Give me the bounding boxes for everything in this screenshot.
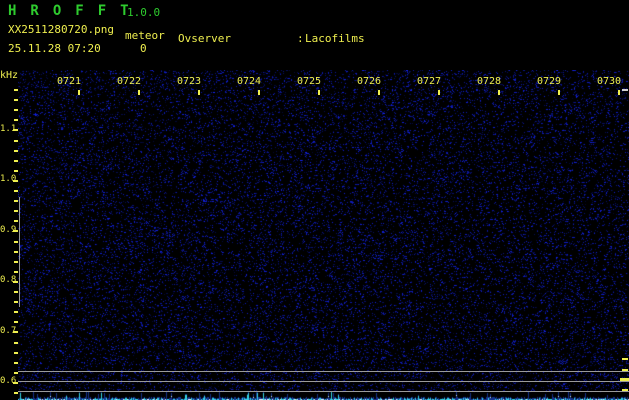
count-window-marker <box>19 197 20 307</box>
info-label: Ovserver <box>178 32 231 45</box>
x-tick-label: 0730 <box>597 76 622 87</box>
x-tick-label: 0726 <box>357 76 382 87</box>
x-tick-label: 0725 <box>297 76 322 87</box>
x-tick-mark <box>498 90 500 95</box>
x-tick-label: 0724 <box>237 76 262 87</box>
level-gridline <box>18 391 629 392</box>
y-tick-major <box>13 230 18 233</box>
y-tick-minor <box>14 260 18 263</box>
y-tick-minor <box>14 392 18 394</box>
y-tick-minor <box>14 361 18 364</box>
x-tick-mark <box>558 90 560 95</box>
y-tick-major <box>13 381 18 384</box>
y-tick-minor <box>14 99 18 102</box>
y-tick-label: 1.1 <box>0 123 17 134</box>
y-tick-major <box>13 179 18 182</box>
x-tick-mark <box>318 90 320 95</box>
x-tick-mark <box>378 90 380 95</box>
level-gridline <box>18 381 629 382</box>
y-tick-minor <box>14 311 18 314</box>
y-tick-label: 1.0 <box>0 174 17 184</box>
y-tick-minor <box>14 139 18 142</box>
datetime-label: 25.11.28 07:20 <box>8 42 101 55</box>
y-tick-minor <box>14 291 18 293</box>
x-tick-label: 0727 <box>417 76 442 87</box>
x-tick-label: 0729 <box>537 76 562 87</box>
y-tick-major <box>13 331 18 334</box>
meteor-count: 0 <box>140 42 147 55</box>
x-tick-mark <box>78 90 80 95</box>
spectrogram-canvas <box>18 70 629 400</box>
y-tick-minor <box>14 89 18 91</box>
y-tick-minor <box>14 240 18 243</box>
y-axis-unit: kHz <box>0 70 19 81</box>
x-tick-mark <box>618 90 620 95</box>
x-tick-mark <box>258 90 260 95</box>
y-tick-minor <box>14 200 18 203</box>
y-tick-label: 0.9 <box>0 224 17 235</box>
output-filename: XX2511280720.png <box>8 23 114 36</box>
y-tick-major <box>13 280 18 283</box>
y-tick-minor <box>14 210 18 213</box>
y-tick-minor <box>14 341 18 344</box>
y-tick-minor <box>14 159 18 162</box>
y-tick-minor <box>14 301 18 304</box>
app-title: HROFFT <box>8 3 143 19</box>
y-tick-minor <box>14 321 18 324</box>
x-tick-label: 0728 <box>477 76 502 87</box>
level-tick-major <box>620 378 629 381</box>
hrofft-window: HROFFT 1.0.0 XX2511280720.png meteor 25.… <box>0 0 629 400</box>
y-tick-minor <box>14 169 18 172</box>
top-right-tick <box>622 89 628 91</box>
y-tick-minor <box>14 220 18 223</box>
y-tick-minor <box>14 190 18 192</box>
y-tick-label: 0.8 <box>0 275 17 285</box>
y-tick-minor <box>14 119 18 122</box>
info-colon: : <box>297 32 304 45</box>
info-value: Lacofilms <box>305 32 365 45</box>
y-tick-label: 0.7 <box>0 325 17 336</box>
y-tick-label: 0.6 <box>0 376 17 386</box>
app-version: 1.0.0 <box>127 6 161 19</box>
y-tick-minor <box>14 109 18 112</box>
level-tick <box>622 369 628 371</box>
level-tick <box>622 389 628 391</box>
x-tick-mark <box>198 90 200 95</box>
x-tick-label: 0721 <box>57 76 82 87</box>
y-tick-minor <box>14 270 18 273</box>
y-tick-minor <box>14 250 18 253</box>
y-tick-major <box>13 129 18 132</box>
y-tick-minor <box>14 351 18 354</box>
level-gridline <box>18 371 629 372</box>
x-tick-label: 0722 <box>117 76 142 87</box>
x-tick-mark <box>138 90 140 95</box>
level-tick <box>622 358 628 360</box>
info-row-observer: Ovserver:Lacofilms <box>178 32 457 46</box>
x-tick-label: 0723 <box>177 76 202 87</box>
x-tick-mark <box>438 90 440 95</box>
mode-label: meteor <box>125 29 165 42</box>
y-tick-minor <box>14 371 18 374</box>
y-tick-minor <box>14 149 18 152</box>
